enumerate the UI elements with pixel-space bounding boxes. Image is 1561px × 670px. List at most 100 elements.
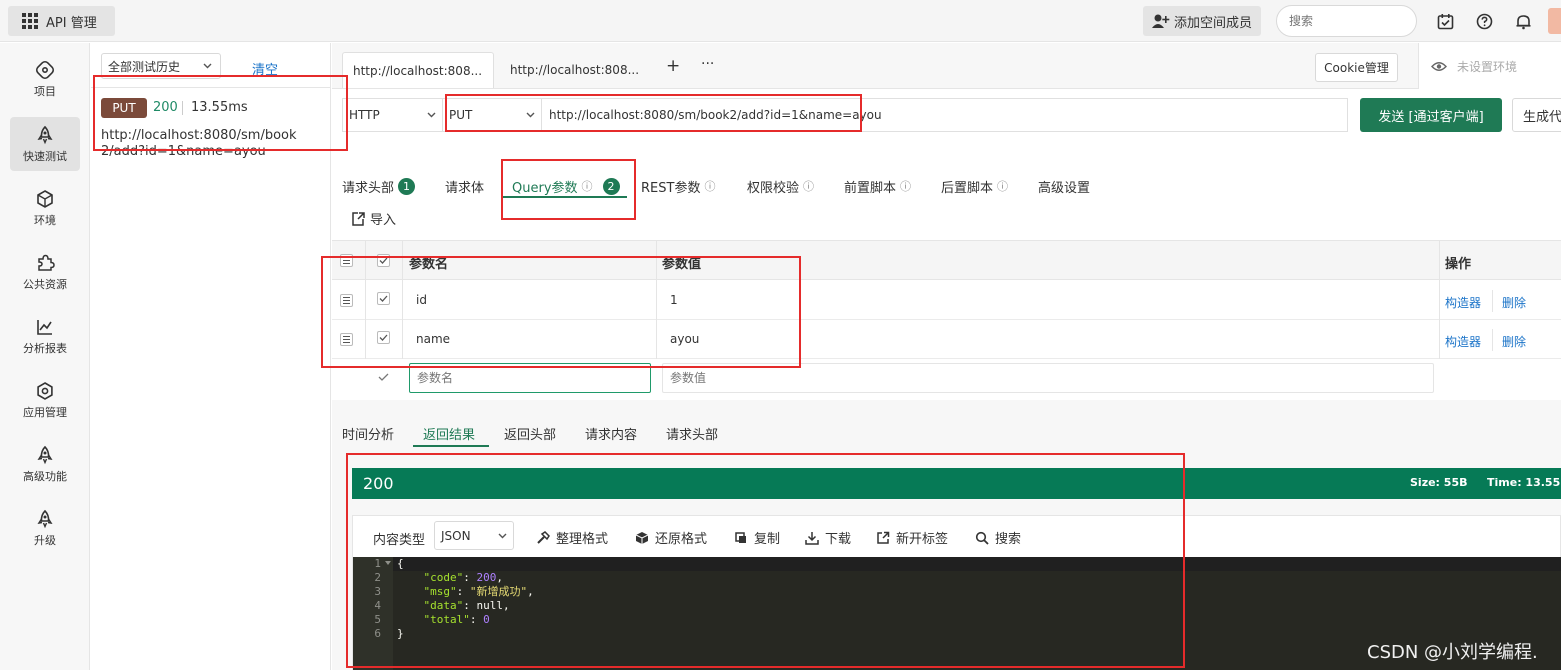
url-input[interactable] — [542, 98, 1348, 132]
tab-auth[interactable]: 权限校验 ⓘ — [747, 176, 814, 196]
import-button[interactable]: 导入 — [351, 209, 396, 228]
new-param-name-input[interactable] — [409, 363, 651, 393]
params-table-header — [332, 240, 1561, 280]
download-button[interactable]: 下载 — [805, 528, 851, 547]
tab-request-2[interactable]: http://localhost:808... — [500, 52, 652, 88]
history-url[interactable]: http://localhost:8080/sm/book2/add?id=1&… — [101, 128, 301, 160]
drag-handle-icon[interactable] — [340, 333, 353, 346]
code-line: "code": 200, — [423, 571, 504, 584]
sidebar-item-environment[interactable]: 环境 — [10, 181, 80, 235]
restore-format-button[interactable]: 还原格式 — [635, 528, 707, 547]
add-user-icon — [1151, 13, 1170, 29]
environment-label: 未设置环境 — [1457, 59, 1518, 74]
content-type-value: JSON — [441, 528, 471, 543]
info-icon: ⓘ — [803, 180, 815, 193]
tab-request-headers-sent[interactable]: 请求头部 — [666, 424, 718, 443]
builder-link[interactable]: 构造器 — [1445, 333, 1481, 350]
new-param-value-input[interactable] — [662, 363, 1434, 393]
tab-request-content[interactable]: 请求内容 — [585, 424, 637, 443]
generate-code-button[interactable]: 生成代码 — [1512, 98, 1561, 132]
sidebar: 项目 快速测试 环境 公共资源 分析报表 应用管理 高级功能 升级 — [0, 43, 90, 670]
column-header-name: 参数名 — [409, 257, 449, 272]
protocol-value: HTTP — [349, 108, 380, 122]
info-icon: ⓘ — [581, 180, 593, 193]
divider — [365, 240, 366, 359]
builder-link[interactable]: 构造器 — [1445, 294, 1481, 311]
row-checkbox[interactable] — [377, 331, 390, 344]
delete-link[interactable]: 删除 — [1502, 333, 1526, 350]
select-all-checkbox[interactable] — [377, 254, 390, 267]
table-row — [332, 281, 1561, 320]
history-method-badge[interactable]: PUT — [101, 98, 147, 118]
content-type-select[interactable]: JSON — [434, 521, 514, 550]
divider — [656, 240, 657, 359]
more-tabs-button[interactable]: ··· — [701, 56, 714, 72]
send-button[interactable]: 发送 [通过客户端] — [1360, 98, 1502, 132]
search-button[interactable]: 搜索 — [975, 528, 1021, 547]
line-number: 1 — [374, 557, 381, 570]
tab-label: REST参数 — [641, 180, 701, 196]
active-line-highlight — [393, 557, 1561, 571]
tab-response-headers[interactable]: 返回头部 — [504, 424, 556, 443]
puzzle-icon — [35, 253, 55, 273]
sidebar-item-public-resources[interactable]: 公共资源 — [10, 245, 80, 299]
app-title: API 管理 — [46, 15, 97, 31]
tab-timing-analysis[interactable]: 时间分析 — [342, 424, 394, 443]
json-value: 200 — [476, 571, 497, 584]
sidebar-item-label: 快速测试 — [23, 149, 67, 163]
tab-request-1[interactable]: http://localhost:808... — [342, 52, 494, 88]
param-value[interactable]: ayou — [670, 332, 699, 346]
tab-request-headers[interactable]: 请求头部 1 — [342, 176, 416, 196]
tab-rest-params[interactable]: REST参数 ⓘ — [641, 176, 715, 196]
copy-button[interactable]: 复制 — [734, 528, 780, 547]
response-time: Time: 13.55ms — [1487, 476, 1561, 489]
json-value: null — [476, 599, 504, 612]
divider — [402, 240, 403, 359]
sidebar-item-upgrade[interactable]: 升级 — [10, 501, 80, 555]
param-name[interactable]: id — [416, 293, 427, 307]
param-name[interactable]: name — [416, 332, 450, 346]
sidebar-item-label: 应用管理 — [23, 405, 67, 419]
search-input[interactable] — [1276, 5, 1417, 37]
environment-selector[interactable]: 未设置环境 — [1418, 43, 1561, 89]
add-tab-button[interactable]: + — [666, 56, 680, 76]
add-member-button[interactable]: 添加空间成员 — [1143, 6, 1261, 36]
tab-request-body[interactable]: 请求体 — [445, 176, 484, 196]
new-tab-label: 新开标签 — [896, 532, 949, 547]
delete-link[interactable]: 删除 — [1502, 294, 1526, 311]
tab-advanced-settings[interactable]: 高级设置 — [1038, 176, 1090, 196]
drag-handle-icon[interactable] — [340, 294, 353, 307]
tab-pre-script[interactable]: 前置脚本 ⓘ — [844, 176, 911, 196]
project-icon — [35, 60, 55, 80]
method-select[interactable]: PUT — [442, 98, 542, 132]
fold-arrow-icon[interactable] — [385, 561, 391, 566]
sidebar-item-quick-test[interactable]: 快速测试 — [10, 117, 80, 171]
tab-query-params[interactable]: Query参数 ⓘ 2 — [512, 176, 620, 196]
line-number: 6 — [374, 627, 381, 640]
avatar[interactable] — [1548, 8, 1561, 34]
help-icon[interactable] — [1473, 10, 1495, 32]
tab-response-result[interactable]: 返回结果 — [423, 424, 475, 443]
param-value[interactable]: 1 — [670, 293, 678, 307]
app-menu-button[interactable]: API 管理 — [8, 6, 115, 36]
bell-icon[interactable] — [1512, 10, 1534, 32]
format-button[interactable]: 整理格式 — [536, 528, 608, 547]
content-type-label: 内容类型 — [373, 533, 426, 548]
row-checkbox[interactable] — [377, 292, 390, 305]
clear-history-button[interactable]: 清空 — [252, 59, 278, 78]
new-tab-button[interactable]: 新开标签 — [876, 528, 948, 547]
new-row-checkbox[interactable] — [377, 370, 390, 383]
sidebar-item-app-management[interactable]: 应用管理 — [10, 373, 80, 427]
cookie-manager-button[interactable]: Cookie管理 — [1315, 53, 1398, 82]
tab-post-script[interactable]: 后置脚本 ⓘ — [941, 176, 1008, 196]
sidebar-item-analytics[interactable]: 分析报表 — [10, 309, 80, 363]
sidebar-item-advanced[interactable]: 高级功能 — [10, 437, 80, 491]
chart-icon — [35, 317, 55, 337]
history-filter-select[interactable]: 全部测试历史 — [101, 53, 221, 79]
restore-format-label: 还原格式 — [655, 532, 708, 547]
calendar-check-icon[interactable] — [1434, 10, 1456, 32]
protocol-select[interactable]: HTTP — [342, 98, 442, 132]
external-link-icon — [876, 531, 890, 545]
sidebar-item-project[interactable]: 项目 — [10, 52, 80, 106]
drag-handle-icon[interactable] — [340, 254, 353, 267]
